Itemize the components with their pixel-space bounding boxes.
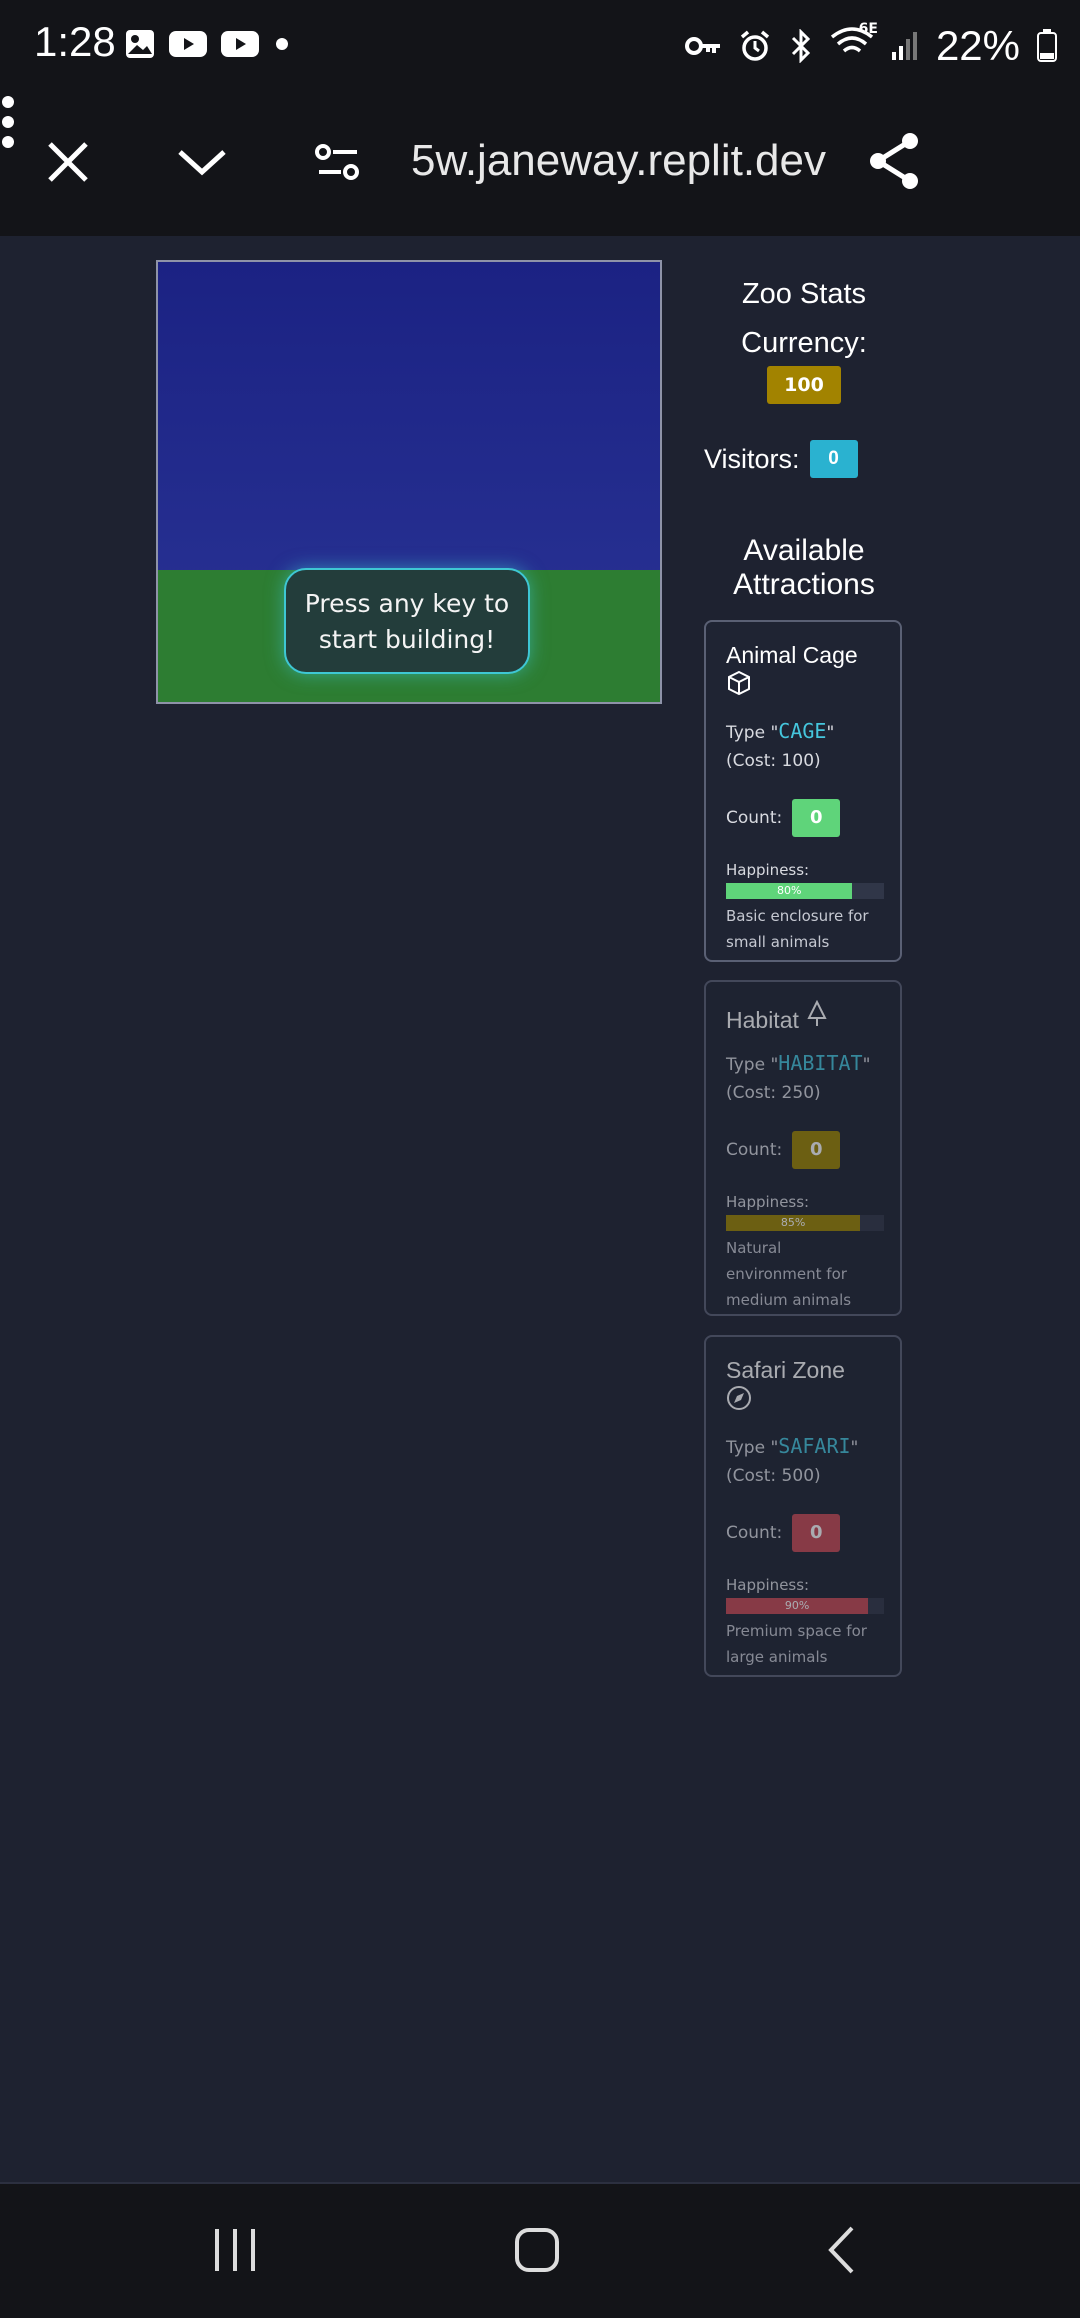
attraction-type: Type "SAFARI" (Cost: 500) xyxy=(726,1434,859,1486)
chevron-down-icon xyxy=(178,150,226,176)
attraction-name: Safari Zone xyxy=(726,1355,880,1418)
happiness-bar: 90% xyxy=(726,1598,884,1614)
game-canvas[interactable]: Press any key to start building! xyxy=(156,260,662,704)
stats-title: Zoo Stats xyxy=(741,278,867,310)
status-bar: 1:28 6E 22% xyxy=(0,0,1080,96)
happiness-bar: 80% xyxy=(726,883,884,899)
alarm-icon xyxy=(740,30,770,61)
gallery-icon xyxy=(126,30,154,58)
status-right-icons: 6E 22% xyxy=(684,21,1058,70)
battery-percent: 22% xyxy=(935,22,1020,69)
recent-apps-icon xyxy=(215,2229,255,2271)
attraction-card-safari[interactable]: Safari Zone Type "SAFARI" (Cost: 500) Co… xyxy=(704,1335,902,1677)
attraction-cost: (Cost: 250) xyxy=(726,1083,821,1103)
youtube-icon xyxy=(221,31,259,57)
currency-badge: 100 xyxy=(767,366,841,404)
attraction-cost: (Cost: 100) xyxy=(726,751,821,771)
system-nav-bar xyxy=(0,2182,1080,2318)
happiness-label: Happiness: xyxy=(726,861,810,879)
signal-icon xyxy=(891,32,917,60)
more-vert-icon xyxy=(2,96,14,148)
notification-icons xyxy=(124,28,292,60)
share-icon xyxy=(870,133,918,189)
status-time: 1:28 xyxy=(34,18,116,65)
back-icon xyxy=(828,2226,854,2274)
compass-icon xyxy=(727,1386,751,1410)
count-row: Count: 0 xyxy=(726,1131,880,1169)
browser-toolbar: 5w.janeway.replit.dev xyxy=(0,96,1080,236)
battery-icon xyxy=(1037,29,1057,62)
currency-label: Currency: xyxy=(741,327,867,359)
happiness-label: Happiness: xyxy=(726,1576,810,1594)
type-code: CAGE xyxy=(778,719,827,743)
type-code: HABITAT xyxy=(778,1051,863,1075)
start-prompt: Press any key to start building! xyxy=(284,568,530,674)
home-icon xyxy=(515,2228,559,2272)
happiness-fill: 80% xyxy=(726,883,853,899)
attraction-name: Habitat xyxy=(726,999,880,1035)
visitors-badge: 0 xyxy=(809,440,858,478)
count-badge: 0 xyxy=(792,1131,841,1169)
attraction-type: Type "CAGE" (Cost: 100) xyxy=(726,719,835,771)
attraction-type: Type "HABITAT" (Cost: 250) xyxy=(726,1051,871,1103)
minimize-button[interactable] xyxy=(172,132,232,192)
close-icon xyxy=(48,142,88,182)
key-icon xyxy=(684,37,720,55)
zoo-stats-panel: Zoo Stats Currency: 100 Visitors: 0 Avai… xyxy=(694,260,914,602)
site-settings-button[interactable] xyxy=(308,132,368,192)
youtube-icon xyxy=(169,31,207,57)
visitors-row: Visitors: 0 xyxy=(704,440,914,478)
attraction-card-habitat[interactable]: Habitat Type "HABITAT" (Cost: 250) Count… xyxy=(704,980,902,1316)
network-label: 6E xyxy=(858,21,878,37)
close-tab-button[interactable] xyxy=(38,132,98,192)
count-badge: 0 xyxy=(792,799,841,837)
back-button[interactable] xyxy=(806,2220,876,2280)
attractions-title: Available Attractions xyxy=(733,534,875,601)
type-code: SAFARI xyxy=(778,1434,851,1458)
bluetooth-icon xyxy=(791,29,811,63)
dot-icon xyxy=(276,38,288,50)
count-badge: 0 xyxy=(792,1514,841,1552)
recent-apps-button[interactable] xyxy=(200,2220,270,2280)
happiness-bar: 85% xyxy=(726,1215,884,1231)
more-options-button[interactable] xyxy=(0,96,16,148)
happiness-fill: 90% xyxy=(726,1598,869,1614)
count-row: Count: 0 xyxy=(726,1514,880,1552)
home-button[interactable] xyxy=(502,2220,572,2280)
attraction-description: Basic enclosure for small animals xyxy=(726,907,869,951)
tree-icon xyxy=(807,999,827,1026)
attraction-cost: (Cost: 500) xyxy=(726,1466,821,1486)
attraction-description: Premium space for large animals xyxy=(726,1622,867,1666)
happiness-fill: 85% xyxy=(726,1215,861,1231)
visitors-label: Visitors: xyxy=(704,443,800,474)
attraction-card-cage[interactable]: Animal Cage Type "CAGE" (Cost: 100) Coun… xyxy=(704,620,902,962)
tune-icon xyxy=(315,144,359,180)
url-text: 5w.janeway.replit.dev xyxy=(411,136,826,185)
attraction-name: Animal Cage xyxy=(726,640,880,703)
share-button[interactable] xyxy=(862,126,926,196)
url-field[interactable]: 5w.janeway.replit.dev xyxy=(400,126,840,196)
happiness-label: Happiness: xyxy=(726,1193,810,1211)
attraction-description: Natural environment for medium animals xyxy=(726,1239,852,1309)
count-row: Count: 0 xyxy=(726,799,880,837)
cube-icon xyxy=(728,670,750,696)
